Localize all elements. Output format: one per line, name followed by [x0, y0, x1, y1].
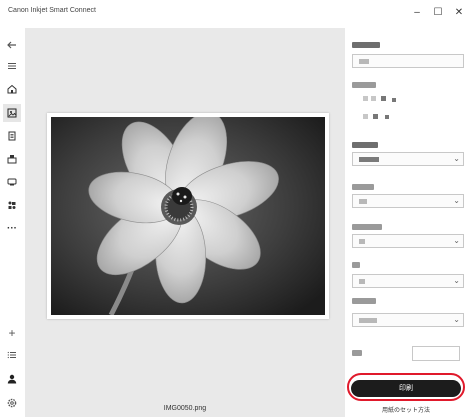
dropdown-value: [359, 279, 365, 284]
maximize-button[interactable]: ☐: [428, 6, 448, 20]
sidebar-item-home[interactable]: [3, 80, 21, 98]
sidebar-item-list[interactable]: [3, 346, 21, 364]
chevron-down-icon: ⌄: [453, 154, 460, 163]
back-arrow-icon: [7, 41, 16, 49]
printer-status-icon: [7, 178, 17, 186]
dropdown-value: [359, 59, 369, 64]
sidebar-item-document-print[interactable]: [3, 127, 21, 145]
sidebar-item-account[interactable]: [3, 370, 21, 388]
settings-icon: [7, 398, 17, 408]
setting-label: [352, 262, 360, 268]
option-radio[interactable]: [385, 115, 389, 119]
dropdown-value: [359, 318, 377, 323]
nav-sidebar: ··· +: [0, 28, 24, 417]
option-swatch[interactable]: [371, 96, 376, 101]
option-swatch[interactable]: [363, 96, 368, 101]
list-icon: [7, 351, 16, 359]
chevron-down-icon: ⌄: [453, 236, 460, 245]
photo-print-icon: [7, 108, 17, 118]
flower-photo-image: [51, 117, 325, 315]
option-swatch[interactable]: [373, 114, 378, 119]
setting-dropdown-printer[interactable]: [352, 54, 464, 68]
copies-label: [352, 350, 362, 356]
setting-dropdown-paper-size[interactable]: ⌄: [352, 152, 464, 166]
paper-setting-link[interactable]: 用紙のセット方法: [351, 405, 461, 414]
dropdown-value: [359, 157, 379, 162]
setting-dropdown-quality[interactable]: ⌄: [352, 274, 464, 288]
menu-icon: [8, 63, 16, 69]
setting-dropdown-paper-type[interactable]: ⌄: [352, 194, 464, 208]
setting-label: [352, 184, 374, 190]
dropdown-value: [359, 199, 367, 204]
option-radio[interactable]: [392, 98, 396, 102]
chevron-down-icon: ⌄: [453, 276, 460, 285]
home-icon: [7, 84, 17, 94]
account-icon: [7, 374, 17, 384]
photo-preview[interactable]: [47, 113, 329, 319]
filename-label: IMG0050.png: [163, 405, 207, 412]
copies-stepper[interactable]: [412, 346, 460, 361]
sidebar-item-settings[interactable]: [3, 394, 21, 412]
setting-label: [352, 142, 378, 148]
setting-label: [352, 42, 380, 48]
window-title: Canon Inkjet Smart Connect: [8, 7, 96, 14]
setting-dropdown-border[interactable]: ⌄: [352, 313, 464, 327]
sidebar-item-photo-print[interactable]: [3, 104, 21, 122]
option-swatch[interactable]: [363, 114, 368, 119]
close-button[interactable]: ✕: [449, 6, 469, 20]
preview-area: IMG0050.png: [25, 28, 345, 417]
sidebar-item-printer-status[interactable]: [3, 173, 21, 191]
print-button[interactable]: 印刷: [351, 380, 461, 397]
copy-icon: [8, 201, 16, 209]
setting-label: [352, 82, 376, 88]
document-print-icon: [8, 131, 16, 141]
chevron-down-icon: ⌄: [453, 315, 460, 324]
scan-icon: [7, 155, 17, 164]
sidebar-item-scan[interactable]: [3, 150, 21, 168]
print-settings-panel: ⌄ ⌄ ⌄ ⌄ ⌄ 印刷 用紙のセット方法: [345, 28, 471, 417]
setting-label: [352, 298, 376, 304]
sidebar-item-copy[interactable]: [3, 196, 21, 214]
more-icon[interactable]: ···: [3, 219, 21, 237]
option-swatch[interactable]: [381, 96, 386, 101]
menu-button[interactable]: [3, 57, 21, 75]
title-bar: Canon Inkjet Smart Connect – ☐ ✕: [0, 0, 471, 28]
dropdown-value: [359, 239, 365, 244]
minimize-button[interactable]: –: [407, 6, 427, 20]
chevron-down-icon: ⌄: [453, 196, 460, 205]
setting-dropdown-layout[interactable]: ⌄: [352, 234, 464, 248]
back-button[interactable]: [3, 36, 21, 54]
add-icon[interactable]: +: [3, 324, 21, 342]
setting-label: [352, 224, 382, 230]
